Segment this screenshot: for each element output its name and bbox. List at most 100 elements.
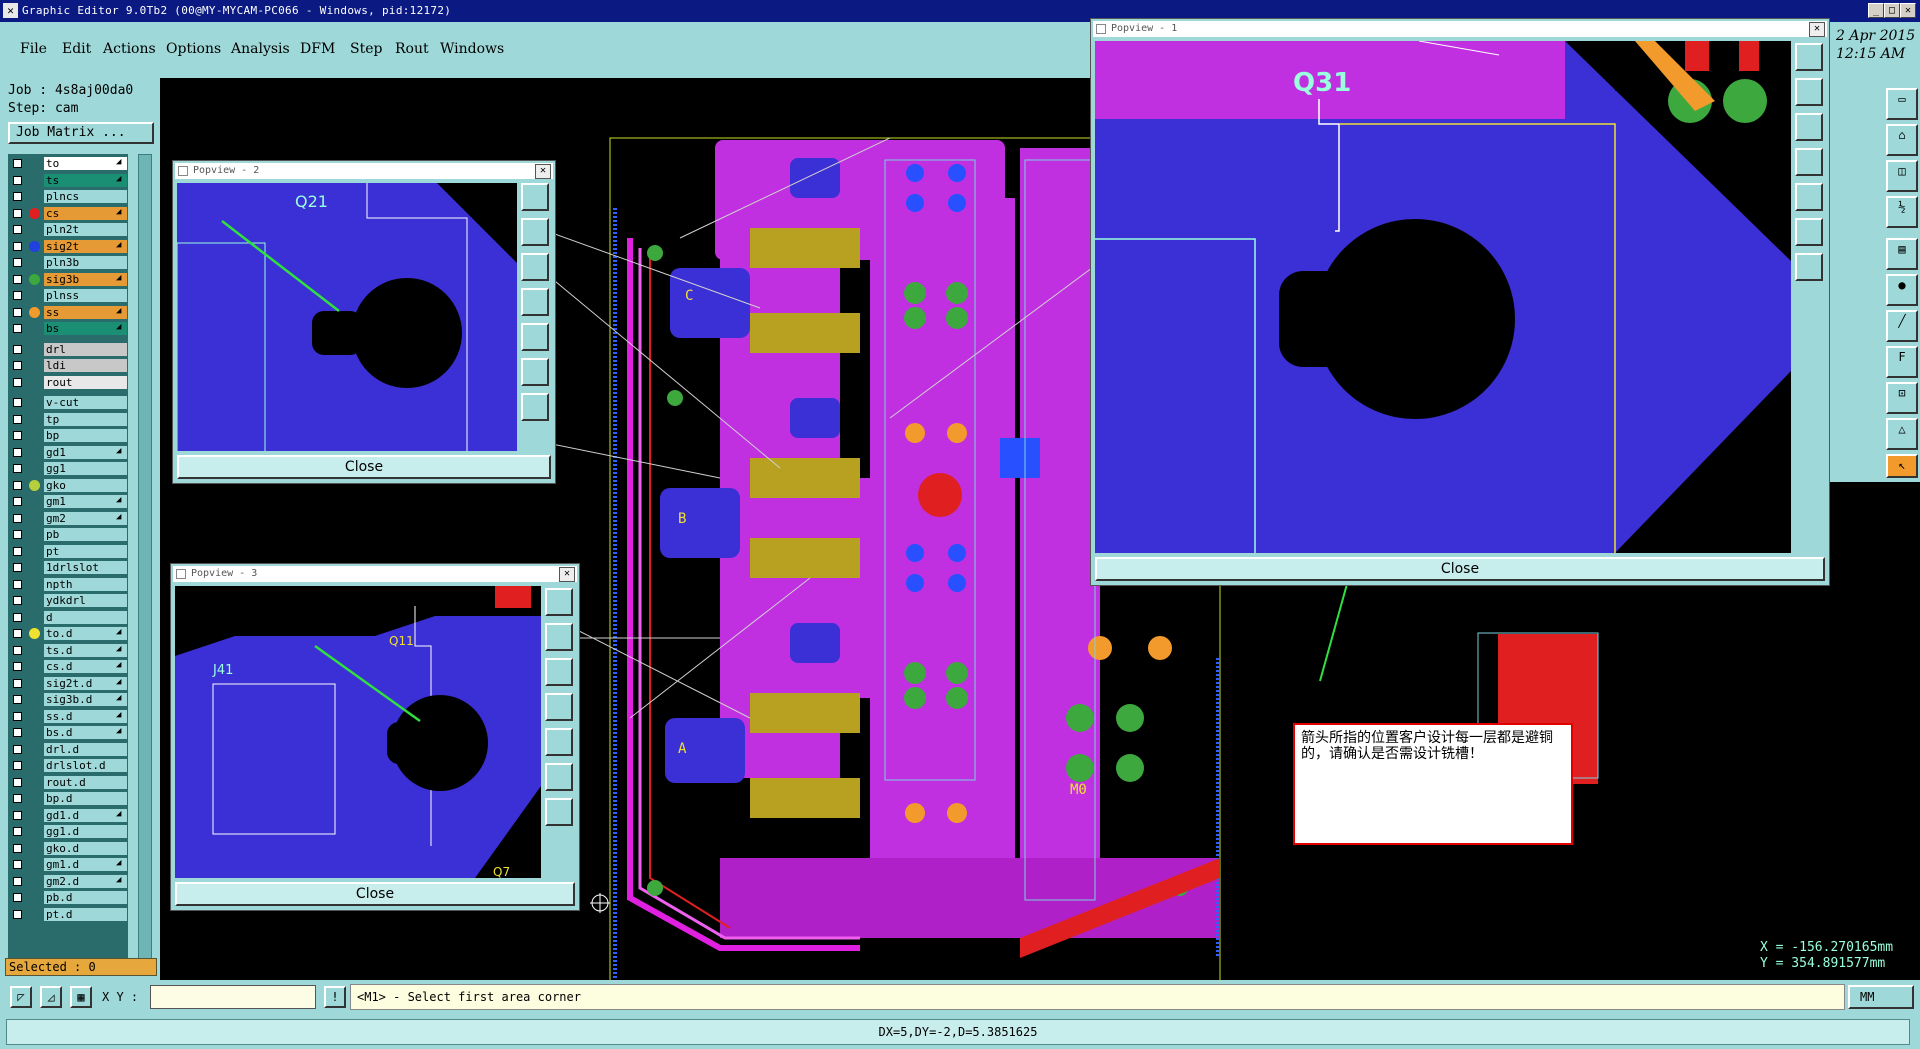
layer-name[interactable]: gm1 [44,495,127,508]
layer-row[interactable]: plncs [8,189,128,204]
layer-row[interactable]: ydkdrl [8,593,128,608]
layer-row[interactable]: pb.d [8,890,128,905]
layer-name[interactable]: v-cut [44,396,127,409]
app-icon[interactable]: ✕ [3,3,18,18]
popview-2-tool-6-icon[interactable] [521,358,549,386]
menu-analysis[interactable]: Analysis [231,41,290,57]
layer-row[interactable]: to.d ◢ [8,626,128,641]
layer-row[interactable]: bs ◢ [8,321,128,336]
menu-file[interactable]: File [20,41,47,57]
xy-input[interactable] [150,985,316,1009]
layer-name[interactable]: rout [44,375,127,389]
layer-checkbox[interactable] [13,344,22,354]
layer-checkbox[interactable] [13,860,22,869]
popview-1-tool-1-icon[interactable] [1795,43,1823,71]
popview-2-close-icon[interactable]: ✕ [535,164,551,179]
layer-checkbox[interactable] [13,208,22,218]
popview-2-tool-1-icon[interactable] [521,183,549,211]
layer-name[interactable]: sig2t.d [44,676,127,690]
layer-checkbox[interactable] [13,398,22,407]
layer-color-dot[interactable] [29,628,40,639]
layer-name[interactable]: d [44,610,127,624]
layer-checkbox[interactable] [13,546,22,556]
layer-color-dot[interactable] [29,240,40,252]
popview-3-close-button[interactable]: Close [175,882,575,906]
popview-3-titlebar[interactable]: Popview - 3 ✕ [173,566,577,582]
popview-1-tool-4-icon[interactable] [1795,148,1823,176]
layer-name[interactable]: gg1.d [44,825,127,838]
tool-zoom-icon[interactable]: ◫ [1886,160,1918,192]
layer-name[interactable]: bp [44,429,127,442]
layer-name[interactable]: npth [44,577,127,591]
popview-3-tool-3-icon[interactable] [545,658,573,686]
layer-checkbox[interactable] [13,909,22,919]
layer-row[interactable]: cs.d ◢ [8,659,128,674]
layer-row[interactable]: gm1.d ◢ [8,857,128,872]
menu-options[interactable]: Options [166,41,221,57]
cmd-snap-icon[interactable]: ◸ [10,986,32,1008]
layer-checkbox[interactable] [13,530,22,539]
popview-1-tool-5-icon[interactable] [1795,183,1823,211]
layer-row[interactable]: ldi [8,358,128,373]
units-selector[interactable]: MM [1848,985,1914,1009]
layer-checkbox[interactable] [13,513,22,523]
layer-row[interactable]: pt [8,544,128,559]
layer-checkbox[interactable] [13,662,22,671]
tool-select-icon[interactable]: ↖ [1886,454,1918,478]
layer-row[interactable]: drl.d [8,742,128,757]
layer-name[interactable]: gm2.d [44,874,127,888]
layer-checkbox[interactable] [13,678,22,688]
layer-color-dot[interactable] [29,479,40,491]
layer-checkbox[interactable] [13,761,22,770]
tool-triangle-icon[interactable]: △ [1886,418,1918,450]
layer-row[interactable]: sig3b ◢ [8,272,128,287]
layer-row[interactable]: sig2t.d ◢ [8,676,128,691]
layer-row[interactable]: pln2t [8,222,128,237]
popview-3-tool-1-icon[interactable] [545,588,573,616]
popview-1-tool-7-icon[interactable] [1795,253,1823,281]
tool-arc-icon[interactable]: F [1886,346,1918,378]
layer-color-dot[interactable] [29,207,40,219]
popview-3-tool-7-icon[interactable] [545,798,573,826]
layer-row[interactable]: cs ◢ [8,206,128,221]
layer-name[interactable]: to [44,157,127,170]
layer-row[interactable]: sig2t ◢ [8,239,128,254]
popview-2-tool-2-icon[interactable] [521,218,549,246]
layer-checkbox[interactable] [13,464,22,473]
popview-1-close-button[interactable]: Close [1095,557,1825,581]
layer-row[interactable]: npth [8,577,128,592]
layer-checkbox[interactable] [13,629,22,638]
popview-2-tool-5-icon[interactable] [521,323,549,351]
layer-row[interactable]: gm2 ◢ [8,511,128,526]
layer-checkbox[interactable] [13,192,22,201]
popview-1-view[interactable]: Q31 [1095,41,1791,553]
layer-name[interactable]: gd1.d [44,808,127,822]
layer-name[interactable]: plncs [44,190,127,203]
layer-name[interactable]: ss.d [44,709,127,723]
layer-color-dot[interactable] [29,273,40,285]
layer-name[interactable]: cs.d [44,660,127,673]
cmd-ruler-icon[interactable]: ◿ [40,986,62,1008]
layer-name[interactable]: ldi [44,359,127,372]
layer-name[interactable]: gko.d [44,841,127,855]
info-button[interactable]: ! [324,986,346,1008]
layer-name[interactable]: pt [44,544,127,558]
layer-checkbox[interactable] [13,893,22,902]
layer-checkbox[interactable] [13,480,22,490]
layer-name[interactable]: pb [44,528,127,541]
layer-checkbox[interactable] [13,728,22,737]
layer-row[interactable]: gm2.d ◢ [8,874,128,889]
layer-checkbox[interactable] [13,307,22,317]
layer-checkbox[interactable] [13,794,22,803]
tool-scale-icon[interactable]: ½ [1886,196,1918,228]
layer-name[interactable]: ts.d [44,643,127,657]
layer-checkbox[interactable] [13,777,22,787]
layer-checkbox[interactable] [13,612,22,622]
layer-row[interactable]: gko [8,478,128,493]
layer-checkbox[interactable] [13,225,22,234]
layer-checkbox[interactable] [13,361,22,370]
tool-home-icon[interactable]: ⌂ [1886,124,1918,156]
popview-2-titlebar[interactable]: Popview - 2 ✕ [175,163,553,179]
layer-row[interactable]: d [8,610,128,625]
layer-name[interactable]: tp [44,412,127,426]
